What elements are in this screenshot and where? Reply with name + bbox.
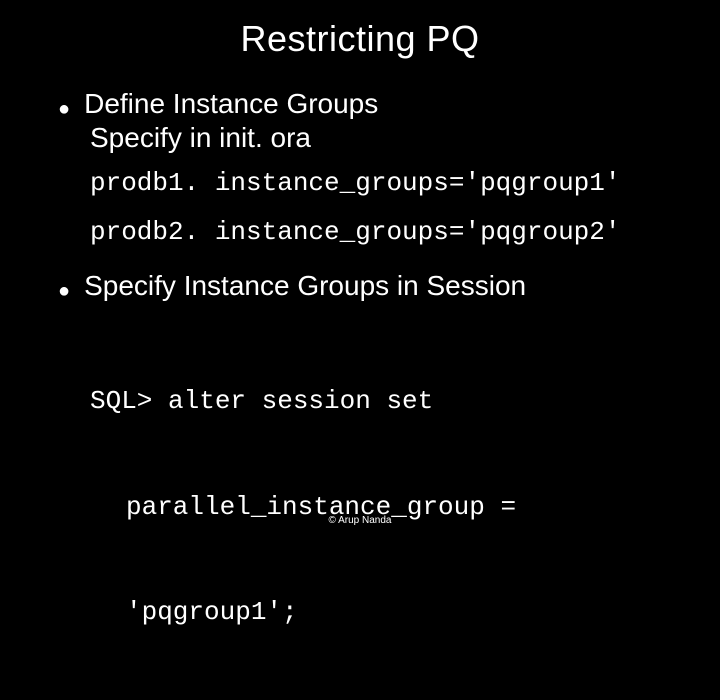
bullet-subtext: Specify in init. ora	[90, 122, 680, 154]
code-block: SQL> alter session set parallel_instance…	[90, 314, 680, 700]
bullet-item: ● Define Instance Groups Specify in init…	[58, 88, 680, 250]
bullet-head: ● Define Instance Groups	[58, 88, 680, 120]
slide-body: ● Define Instance Groups Specify in init…	[40, 88, 680, 700]
code-line: prodb1. instance_groups='pqgroup1'	[90, 166, 680, 201]
bullet-head: ● Specify Instance Groups in Session	[58, 270, 680, 302]
code-line: prodb2. instance_groups='pqgroup2'	[90, 215, 680, 250]
footer-copyright: © Arup Nanda	[0, 515, 720, 526]
bullet-icon: ●	[58, 281, 70, 301]
slide-title: Restricting PQ	[40, 18, 680, 60]
bullet-heading: Specify Instance Groups in Session	[84, 270, 526, 302]
code-line: 'pqgroup1';	[90, 595, 680, 630]
code-line: SQL> alter session set	[90, 384, 680, 419]
bullet-heading: Define Instance Groups	[84, 88, 378, 120]
slide: Restricting PQ ● Define Instance Groups …	[0, 0, 720, 540]
bullet-icon: ●	[58, 99, 70, 119]
bullet-item: ● Specify Instance Groups in Session SQL…	[58, 270, 680, 700]
